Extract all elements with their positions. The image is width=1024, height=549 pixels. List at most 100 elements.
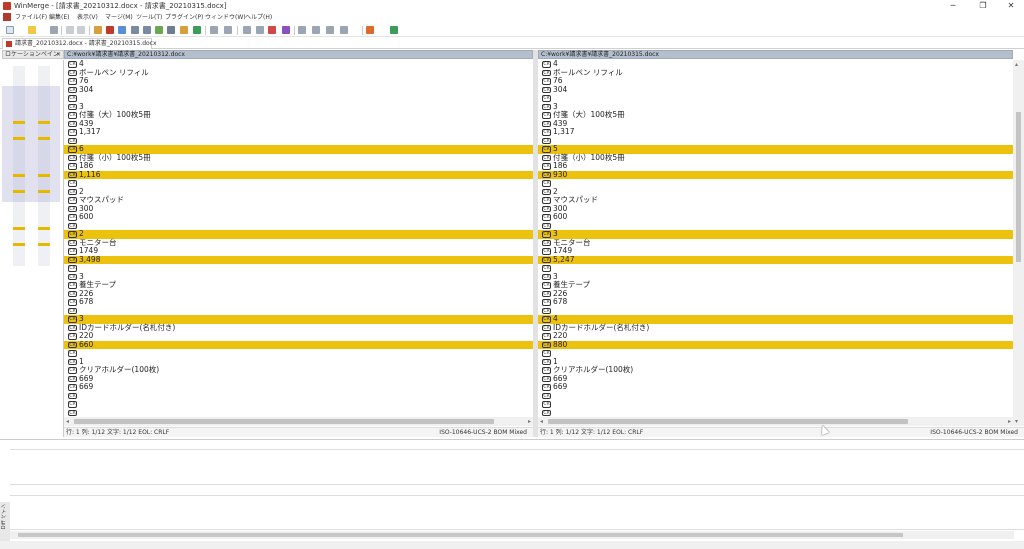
text-line[interactable]: CR — [538, 222, 1013, 231]
text-line[interactable]: CR ボールペン リフィル — [64, 68, 533, 78]
text-line[interactable]: CR — [64, 264, 533, 273]
text-line[interactable]: CR — [64, 392, 533, 401]
text-line[interactable]: CR 439 — [538, 119, 1013, 129]
down-icon[interactable] — [340, 26, 348, 34]
text-line[interactable]: CR 3 — [538, 272, 1013, 282]
text-line[interactable]: CR — [538, 349, 1013, 358]
text-line[interactable]: CR — [538, 307, 1013, 316]
text-line[interactable]: CR — [64, 94, 533, 103]
text-line[interactable]: CR 304 — [64, 85, 533, 95]
text-line[interactable]: CR 220 — [538, 331, 1013, 341]
restore-icon[interactable]: ❐ — [970, 0, 996, 12]
text-line[interactable]: CR 220 — [64, 331, 533, 341]
refresh-icon[interactable] — [390, 26, 398, 34]
scroll-left-icon[interactable]: ◂ — [540, 417, 543, 426]
text-line[interactable]: CR — [64, 222, 533, 231]
left-scroll-thumb[interactable] — [74, 419, 494, 424]
diff-line[interactable]: CR 2 — [64, 229, 533, 239]
text-line[interactable]: CR モニター台 — [538, 238, 1013, 248]
diff-pane-right-text[interactable] — [10, 496, 1024, 530]
prev-diff-icon[interactable] — [94, 26, 102, 34]
scroll-down-icon[interactable]: ▾ — [1015, 418, 1018, 425]
scroll-right-icon[interactable]: ▸ — [528, 417, 531, 426]
text-line[interactable]: CR モニター台 — [64, 238, 533, 248]
text-line[interactable]: CR — [64, 349, 533, 358]
text-line[interactable]: CR 付箋（小）100枚5冊 — [64, 153, 533, 163]
text-line[interactable]: CR 300 — [538, 204, 1013, 214]
menu-file[interactable]: ファイル(F) — [15, 13, 47, 22]
text-line[interactable]: CR マウスパッド — [538, 195, 1013, 205]
diff-line[interactable]: CR 660 — [64, 340, 533, 349]
new-icon[interactable] — [6, 26, 14, 34]
text-line[interactable]: CR IDカードホルダー(名札付き) — [538, 323, 1013, 333]
right-horizontal-scrollbar[interactable]: ◂ ▸ — [538, 417, 1013, 426]
text-line[interactable]: CR 678 — [64, 297, 533, 307]
text-line[interactable]: CR IDカードホルダー(名札付き) — [64, 323, 533, 333]
diff-pane-right-row[interactable] — [10, 488, 1024, 496]
minimize-icon[interactable]: ─ — [940, 0, 966, 12]
scroll-left-icon[interactable]: ◂ — [66, 417, 69, 426]
copy-right-icon[interactable] — [155, 26, 163, 34]
text-line[interactable]: CR マウスパッド — [64, 195, 533, 205]
left-file-pane[interactable]: CR 4 CR ボールペン リフィル CR 76 CR 304 CR CR 3 CR 付箋（大）100枚… — [64, 60, 533, 416]
text-line[interactable]: CR 186 — [538, 161, 1013, 171]
text-line[interactable]: CR 226 — [538, 289, 1013, 299]
diff-pane-horizontal-scrollbar[interactable] — [10, 531, 1014, 539]
text-line[interactable]: CR 2 — [64, 187, 533, 197]
text-line[interactable]: CR — [64, 409, 533, 416]
text-line[interactable]: CR 669 — [538, 382, 1013, 392]
open-icon[interactable] — [28, 26, 36, 34]
menu-window[interactable]: ウィンドウ(W) — [205, 13, 246, 22]
undo-icon[interactable] — [66, 26, 74, 34]
up-icon[interactable] — [326, 26, 334, 34]
text-line[interactable]: CR 2 — [538, 187, 1013, 197]
text-line[interactable]: CR — [538, 94, 1013, 103]
diff-pane-scroll-thumb[interactable] — [18, 533, 903, 537]
text-line[interactable]: CR — [538, 400, 1013, 409]
diff-line[interactable]: CR 1,116 — [64, 170, 533, 179]
text-line[interactable]: CR — [538, 179, 1013, 188]
text-line[interactable]: CR 76 — [64, 76, 533, 86]
text-line[interactable]: CR — [538, 392, 1013, 401]
text-line[interactable]: CR 76 — [538, 76, 1013, 86]
vertical-scroll-thumb[interactable] — [1016, 112, 1021, 262]
menu-help[interactable]: ヘルプ(H) — [245, 13, 272, 22]
right-scroll-thumb[interactable] — [548, 419, 908, 424]
text-line[interactable]: CR クリアホルダー(100枚) — [64, 365, 533, 375]
text-line[interactable]: CR 1,317 — [538, 127, 1013, 137]
text-line[interactable]: CR — [64, 400, 533, 409]
document-icon[interactable] — [3, 13, 11, 21]
copy-all-right-icon[interactable] — [180, 26, 188, 34]
close-icon[interactable]: × — [56, 51, 61, 59]
text-line[interactable]: CR — [64, 179, 533, 188]
text-line[interactable]: CR 600 — [538, 212, 1013, 222]
text-line[interactable]: CR 付箋（大）100枚5冊 — [64, 110, 533, 120]
text-line[interactable]: CR 付箋（小）100枚5冊 — [538, 153, 1013, 163]
text-line[interactable]: CR — [64, 307, 533, 316]
tab-compare[interactable]: 請求書_20210312.docx - 請求書_20210315.docx — [2, 38, 157, 49]
menu-tools[interactable]: ツール(T) — [136, 13, 162, 22]
move-right-icon[interactable] — [224, 26, 232, 34]
diff-line[interactable]: CR 5,247 — [538, 255, 1013, 264]
text-line[interactable]: CR 186 — [64, 161, 533, 171]
diff-pane-left-row[interactable] — [10, 440, 1024, 450]
text-line[interactable]: CR 1749 — [538, 246, 1013, 256]
text-line[interactable]: CR 439 — [64, 119, 533, 129]
text-line[interactable]: CR クリアホルダー(100枚) — [538, 365, 1013, 375]
text-line[interactable]: CR — [64, 137, 533, 146]
save-icon[interactable] — [50, 26, 58, 34]
close-icon[interactable]: ✕ — [998, 0, 1024, 12]
menu-edit[interactable]: 編集(E) — [49, 13, 69, 22]
text-line[interactable]: CR 3 — [64, 272, 533, 282]
text-line[interactable]: CR 養生テープ — [64, 280, 533, 290]
redo-icon[interactable] — [77, 26, 85, 34]
menu-plugins[interactable]: プラグイン(P) — [165, 13, 203, 22]
text-line[interactable]: CR 226 — [64, 289, 533, 299]
text-line[interactable]: CR 678 — [538, 297, 1013, 307]
left-icon[interactable] — [298, 26, 306, 34]
menu-view[interactable]: 表示(V) — [77, 13, 98, 22]
compare-icon[interactable] — [268, 26, 276, 34]
copy-all-left-icon[interactable] — [193, 26, 201, 34]
text-line[interactable]: CR 1749 — [64, 246, 533, 256]
scroll-up-icon[interactable]: ▴ — [1015, 61, 1018, 68]
